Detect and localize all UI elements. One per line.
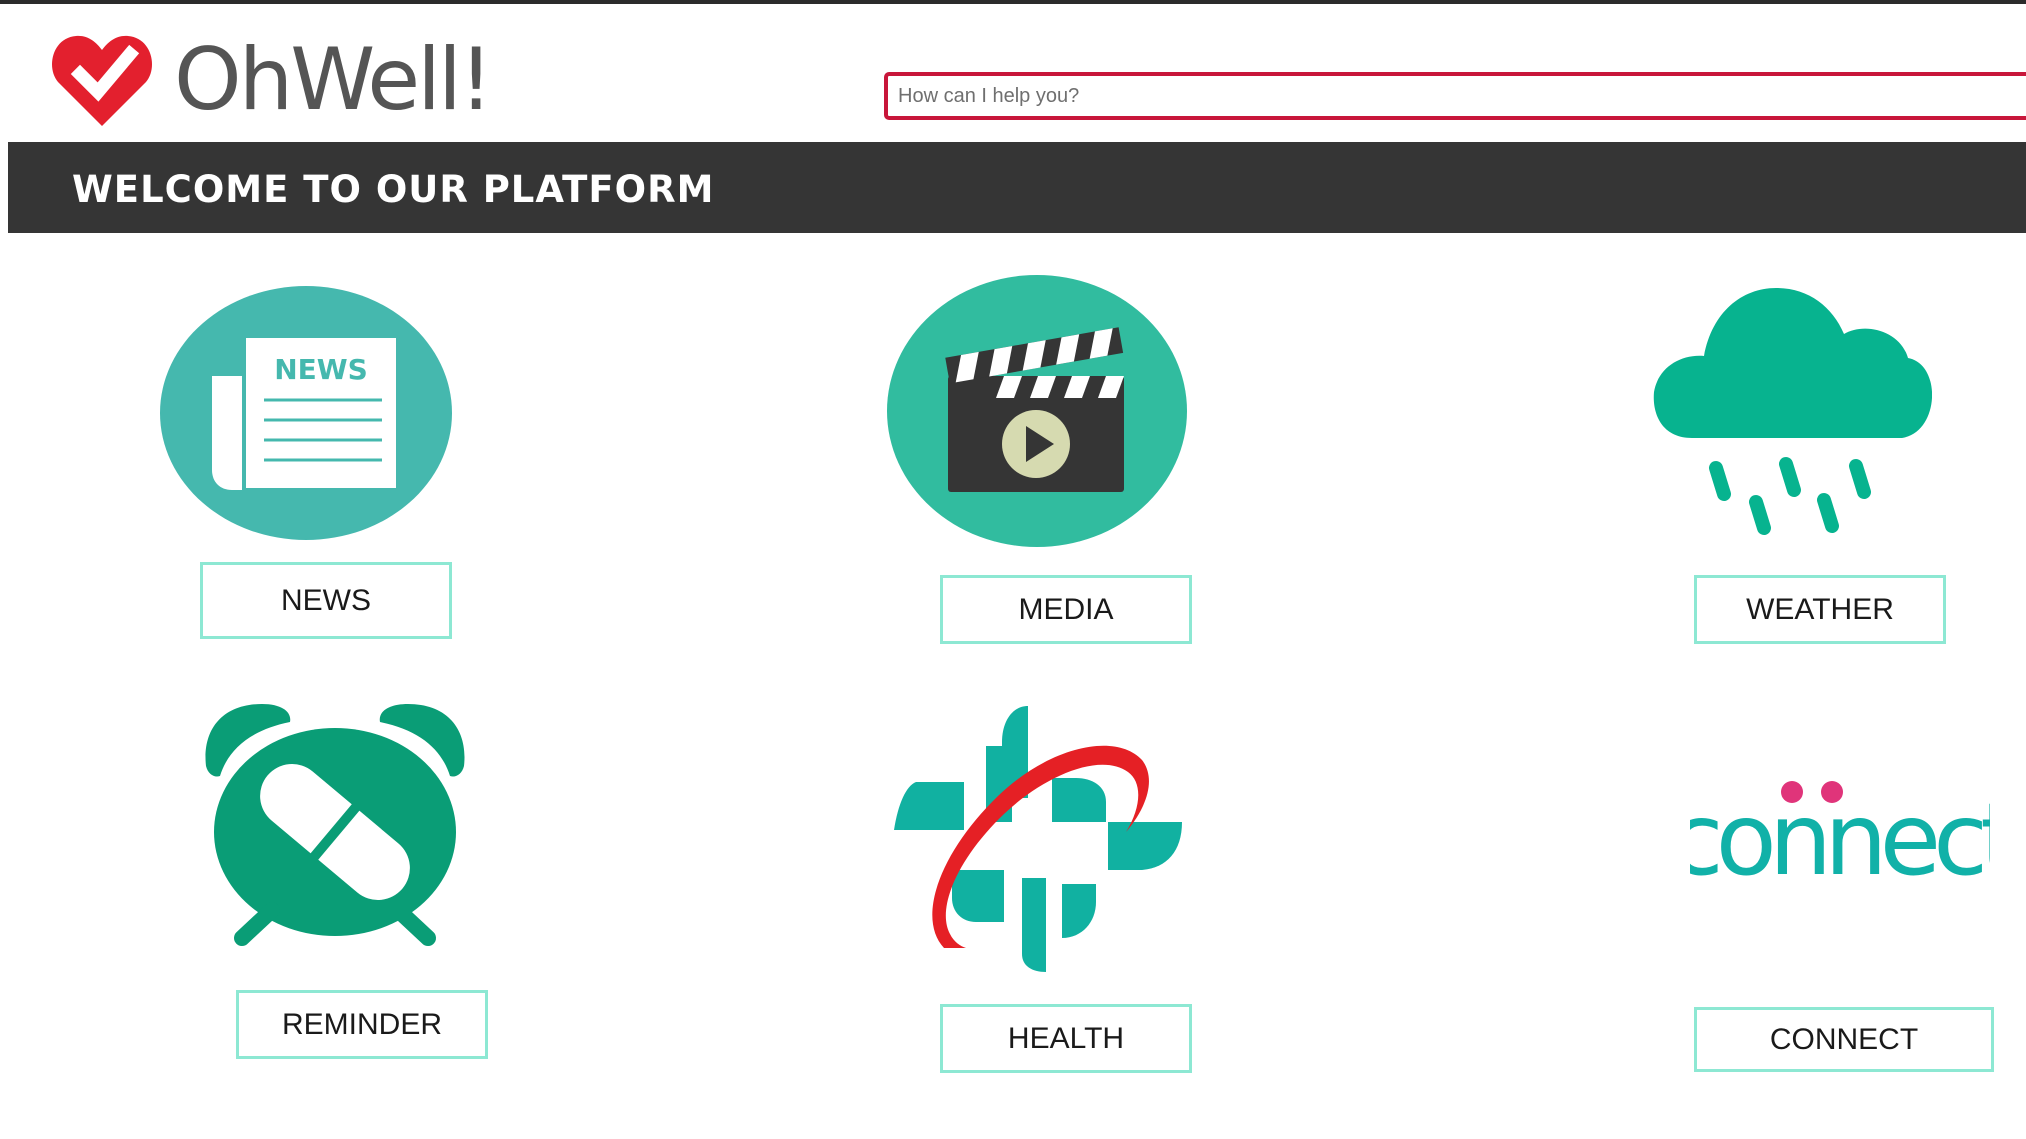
brand-name: OhWell! [174,30,493,130]
heart-check-icon [52,35,152,126]
connect-button[interactable]: CONNECT [1694,1007,1994,1072]
banner-title: WELCOME TO OUR PLATFORM [72,168,715,211]
medical-cross-icon[interactable] [886,702,1188,974]
rain-cloud-icon[interactable] [1652,282,1932,540]
welcome-banner: WELCOME TO OUR PLATFORM [8,142,2026,233]
news-icon-text: NEWS [274,353,368,386]
top-border [0,0,2026,4]
weather-button[interactable]: WEATHER [1694,575,1946,644]
media-button[interactable]: MEDIA [940,575,1192,644]
clapperboard-play-icon[interactable] [886,274,1188,548]
connect-icon-text: connect [1690,781,1990,884]
newspaper-icon[interactable]: NEWS [158,284,454,542]
reminder-button[interactable]: REMINDER [236,990,488,1059]
brand-logo[interactable]: OhWell! [50,30,493,130]
health-button[interactable]: HEALTH [940,1004,1192,1073]
search-input[interactable] [884,72,2026,120]
pill-alarm-clock-icon[interactable] [202,700,468,950]
connect-logo-icon[interactable]: connect [1690,772,1990,884]
news-button[interactable]: NEWS [200,562,452,639]
